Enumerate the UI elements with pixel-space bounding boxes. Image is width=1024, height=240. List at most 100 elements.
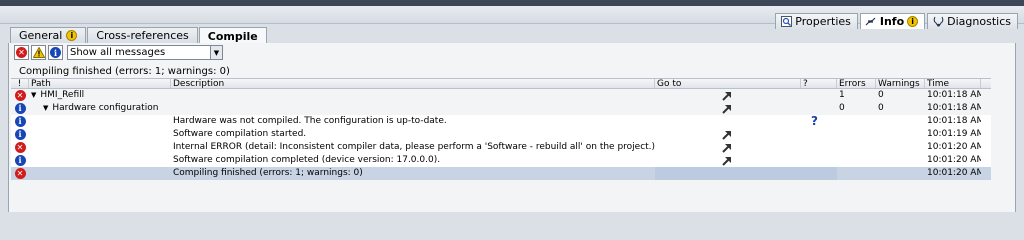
column-errors[interactable]: Errors <box>837 79 876 88</box>
info-badge-icon: i <box>907 16 919 27</box>
row-status: i <box>11 102 29 115</box>
row-time: 10:01:20 AM <box>927 142 981 152</box>
row-status: i <box>11 128 29 141</box>
message-filter-select[interactable]: Show all messages ▼ <box>67 45 223 60</box>
info-icon: i <box>14 103 26 114</box>
chevron-down-icon[interactable]: ▼ <box>210 46 222 59</box>
tab-diagnostics[interactable]: Diagnostics <box>927 13 1018 29</box>
row-goto <box>655 141 801 154</box>
info-filter-icon: i <box>50 47 61 58</box>
row-path <box>29 167 171 180</box>
table-row[interactable]: i Hardware was not compiled. The configur… <box>11 115 991 128</box>
info-icon <box>865 16 877 28</box>
tab-diagnostics-label: Diagnostics <box>947 15 1011 28</box>
help-question-icon[interactable]: ? <box>811 115 818 128</box>
tab-cross-references[interactable]: Cross-references <box>87 27 198 43</box>
show-warnings-button[interactable] <box>31 45 46 60</box>
tab-compile-label: Compile <box>207 29 258 43</box>
column-help[interactable]: ? <box>801 79 837 88</box>
column-goto[interactable]: Go to <box>655 79 801 88</box>
row-goto <box>655 102 801 115</box>
row-errors: 1 <box>839 90 845 100</box>
row-path <box>29 154 171 167</box>
row-errors <box>837 128 876 141</box>
row-description: Hardware was not compiled. The configura… <box>173 116 447 126</box>
goto-arrow-icon[interactable] <box>721 103 732 114</box>
row-path: ▼ Hardware configuration <box>43 102 159 115</box>
column-status[interactable]: ! <box>11 79 29 88</box>
column-path[interactable]: Path <box>29 79 171 88</box>
tab-compile[interactable]: Compile <box>198 27 267 44</box>
column-time[interactable]: Time <box>925 79 981 88</box>
compile-summary: Compiling finished (errors: 1; warnings:… <box>19 66 230 77</box>
table-row[interactable]: i Software compilation started. 10:01:19 A… <box>11 128 991 141</box>
row-path <box>29 141 171 154</box>
table-row[interactable]: i ▼ Hardware configuration 0 0 10:01:18 AM <box>11 102 991 115</box>
row-errors <box>837 115 876 128</box>
row-goto <box>655 167 801 180</box>
goto-arrow-icon[interactable] <box>721 155 732 166</box>
row-help <box>801 167 837 180</box>
row-path <box>29 115 171 128</box>
row-help <box>801 102 837 115</box>
row-description <box>171 89 655 102</box>
tab-general[interactable]: General i <box>10 27 87 43</box>
row-goto <box>655 128 801 141</box>
column-description[interactable]: Description <box>171 79 655 88</box>
messages-table: ! Path Description Go to ? Errors Warnin… <box>11 78 991 180</box>
tab-properties-label: Properties <box>795 15 851 28</box>
info-icon: i <box>14 155 26 166</box>
error-filter-icon: ✕ <box>16 47 27 58</box>
tab-cross-references-label: Cross-references <box>96 29 189 42</box>
row-warnings <box>876 141 925 154</box>
info-icon: i <box>14 129 26 140</box>
tab-info-label: Info <box>879 15 905 28</box>
row-goto <box>655 154 801 167</box>
message-filter-value: Show all messages <box>70 47 166 58</box>
row-description: Compiling finished (errors: 1; warnings:… <box>173 168 363 178</box>
row-errors <box>837 154 876 167</box>
row-time: 10:01:18 AM <box>927 116 981 126</box>
warning-filter-icon <box>32 47 45 58</box>
row-errors: 0 <box>839 103 845 113</box>
info-sub-tabs: General i Cross-references Compile <box>10 27 267 44</box>
table-row[interactable]: i Software compilation completed (device … <box>11 154 991 167</box>
row-help: ? <box>801 115 837 128</box>
goto-arrow-icon[interactable] <box>721 129 732 140</box>
message-toolbar: ✕ i Show all messages ▼ <box>14 45 223 60</box>
expand-triangle-icon[interactable]: ▼ <box>43 102 48 115</box>
row-warnings <box>876 115 925 128</box>
column-warnings[interactable]: Warnings <box>876 79 925 88</box>
row-path <box>29 128 171 141</box>
inspector-tab-bar: Properties Info i Diagnostics <box>0 6 1024 29</box>
general-info-badge-icon: i <box>66 30 78 41</box>
row-status: i <box>11 154 29 167</box>
table-row[interactable]: ✕ Compiling finished (errors: 1; warnings… <box>11 167 991 180</box>
error-icon: ✕ <box>14 90 26 101</box>
expand-triangle-icon[interactable]: ▼ <box>31 89 36 102</box>
properties-icon <box>780 16 792 28</box>
row-goto <box>655 89 801 102</box>
goto-arrow-icon[interactable] <box>721 142 732 153</box>
tab-info[interactable]: Info i <box>859 13 926 29</box>
table-row[interactable]: ✕ Internal ERROR (detail: Inconsistent co… <box>11 141 991 154</box>
row-status: ✕ <box>11 167 29 180</box>
row-warnings <box>876 128 925 141</box>
row-help <box>801 154 837 167</box>
row-description <box>171 102 655 115</box>
error-icon: ✕ <box>14 168 26 179</box>
row-status: i <box>11 115 29 128</box>
tab-properties[interactable]: Properties <box>775 13 858 29</box>
error-icon: ✕ <box>14 142 26 153</box>
table-row[interactable]: ✕ ▼ HMI_Refill 1 0 10:01:18 AM <box>11 89 991 102</box>
row-help <box>801 128 837 141</box>
row-description: Software compilation completed (device v… <box>173 155 441 165</box>
row-time: 10:01:20 AM <box>927 155 981 165</box>
row-warnings <box>876 154 925 167</box>
table-header: ! Path Description Go to ? Errors Warnin… <box>11 78 991 89</box>
show-errors-button[interactable]: ✕ <box>14 45 29 60</box>
row-help <box>801 141 837 154</box>
row-status: ✕ <box>11 89 29 102</box>
show-info-button[interactable]: i <box>48 45 63 60</box>
goto-arrow-icon[interactable] <box>721 90 732 101</box>
